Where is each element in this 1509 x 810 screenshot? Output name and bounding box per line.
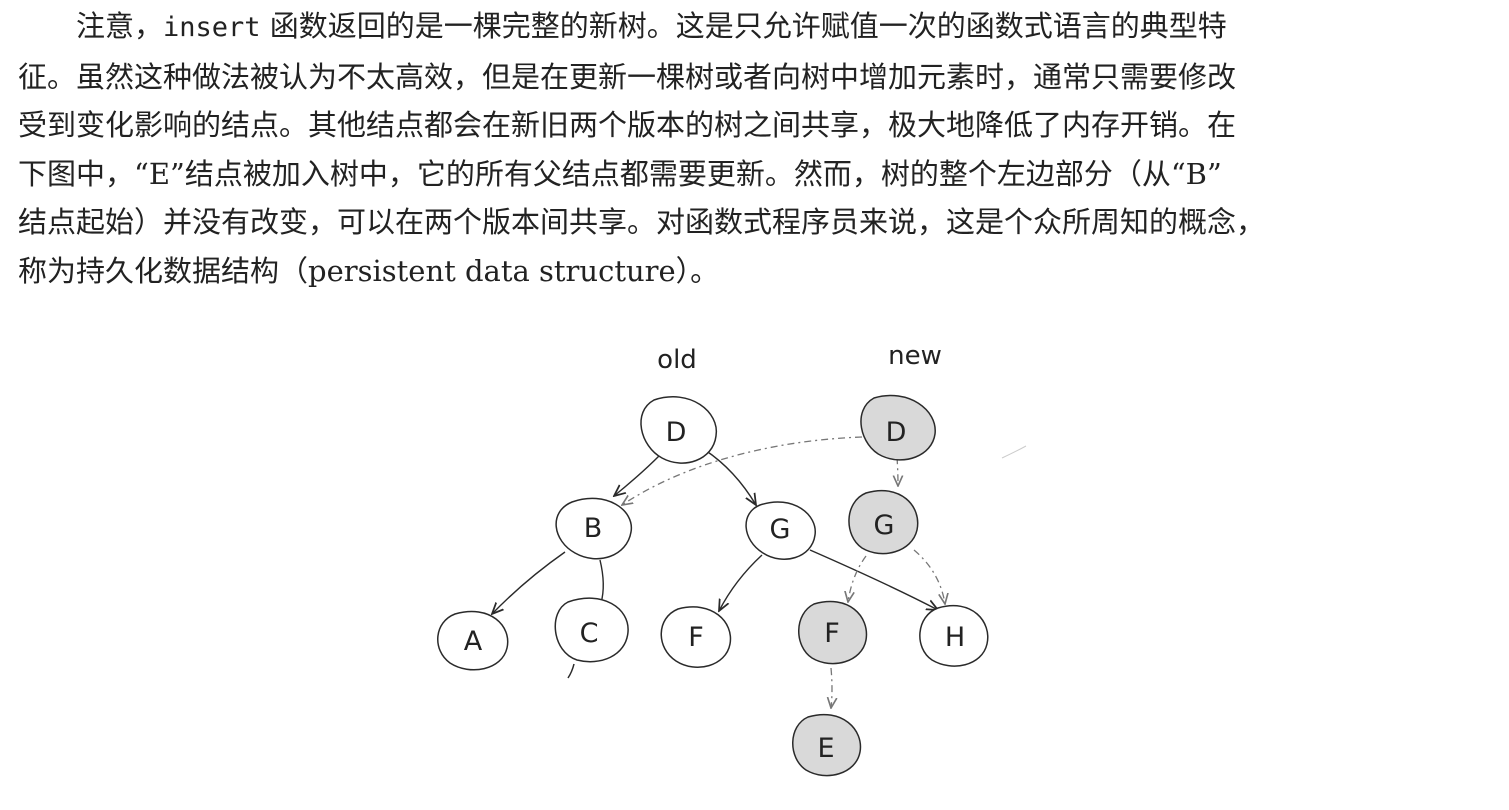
old-tree-label: old (657, 345, 697, 375)
edge-old-b-a (492, 551, 566, 614)
node-old-f: F (660, 606, 732, 669)
node-new-d-label: D (886, 417, 907, 448)
node-old-d: D (640, 396, 718, 464)
node-old-a-label: A (464, 626, 483, 657)
node-new-f: F (798, 600, 868, 665)
new-tree-label: new (888, 341, 942, 371)
tree-diagram-svg: old new D B G A C F H D G F E (437, 341, 1027, 777)
node-old-c: C (554, 597, 629, 679)
node-old-c-label: C (580, 618, 599, 649)
node-new-e: E (792, 713, 862, 777)
edge-old-b-c (599, 559, 604, 604)
node-new-g-label: G (874, 510, 895, 541)
stray-mark (1001, 445, 1027, 459)
node-old-h: H (919, 605, 989, 667)
edge-new-f-e (831, 667, 832, 708)
node-old-a: A (437, 610, 509, 671)
node-old-b: B (555, 497, 632, 560)
edge-old-g-f (719, 554, 763, 611)
node-old-g: G (745, 501, 816, 560)
persistent-tree-diagram: old new D B G A C F H D G F E (0, 0, 1509, 810)
node-old-d-label: D (666, 417, 687, 448)
node-old-g-label: G (770, 514, 791, 545)
node-new-e-label: E (817, 733, 834, 764)
new-tree-edges (622, 436, 945, 708)
edge-new-g-f (848, 555, 867, 602)
node-new-g: G (848, 489, 919, 555)
node-new-f-label: F (824, 618, 840, 649)
new-tree-nodes: D G F E (792, 394, 936, 777)
node-new-d: D (860, 394, 936, 461)
node-old-h-label: H (945, 622, 965, 653)
edge-old-d-b (614, 454, 661, 496)
edge-new-g-shared-h (913, 549, 945, 604)
node-old-b-label: B (584, 513, 603, 544)
node-old-f-label: F (688, 622, 704, 653)
edge-old-d-g (704, 449, 756, 505)
edge-new-d-g (897, 456, 898, 486)
